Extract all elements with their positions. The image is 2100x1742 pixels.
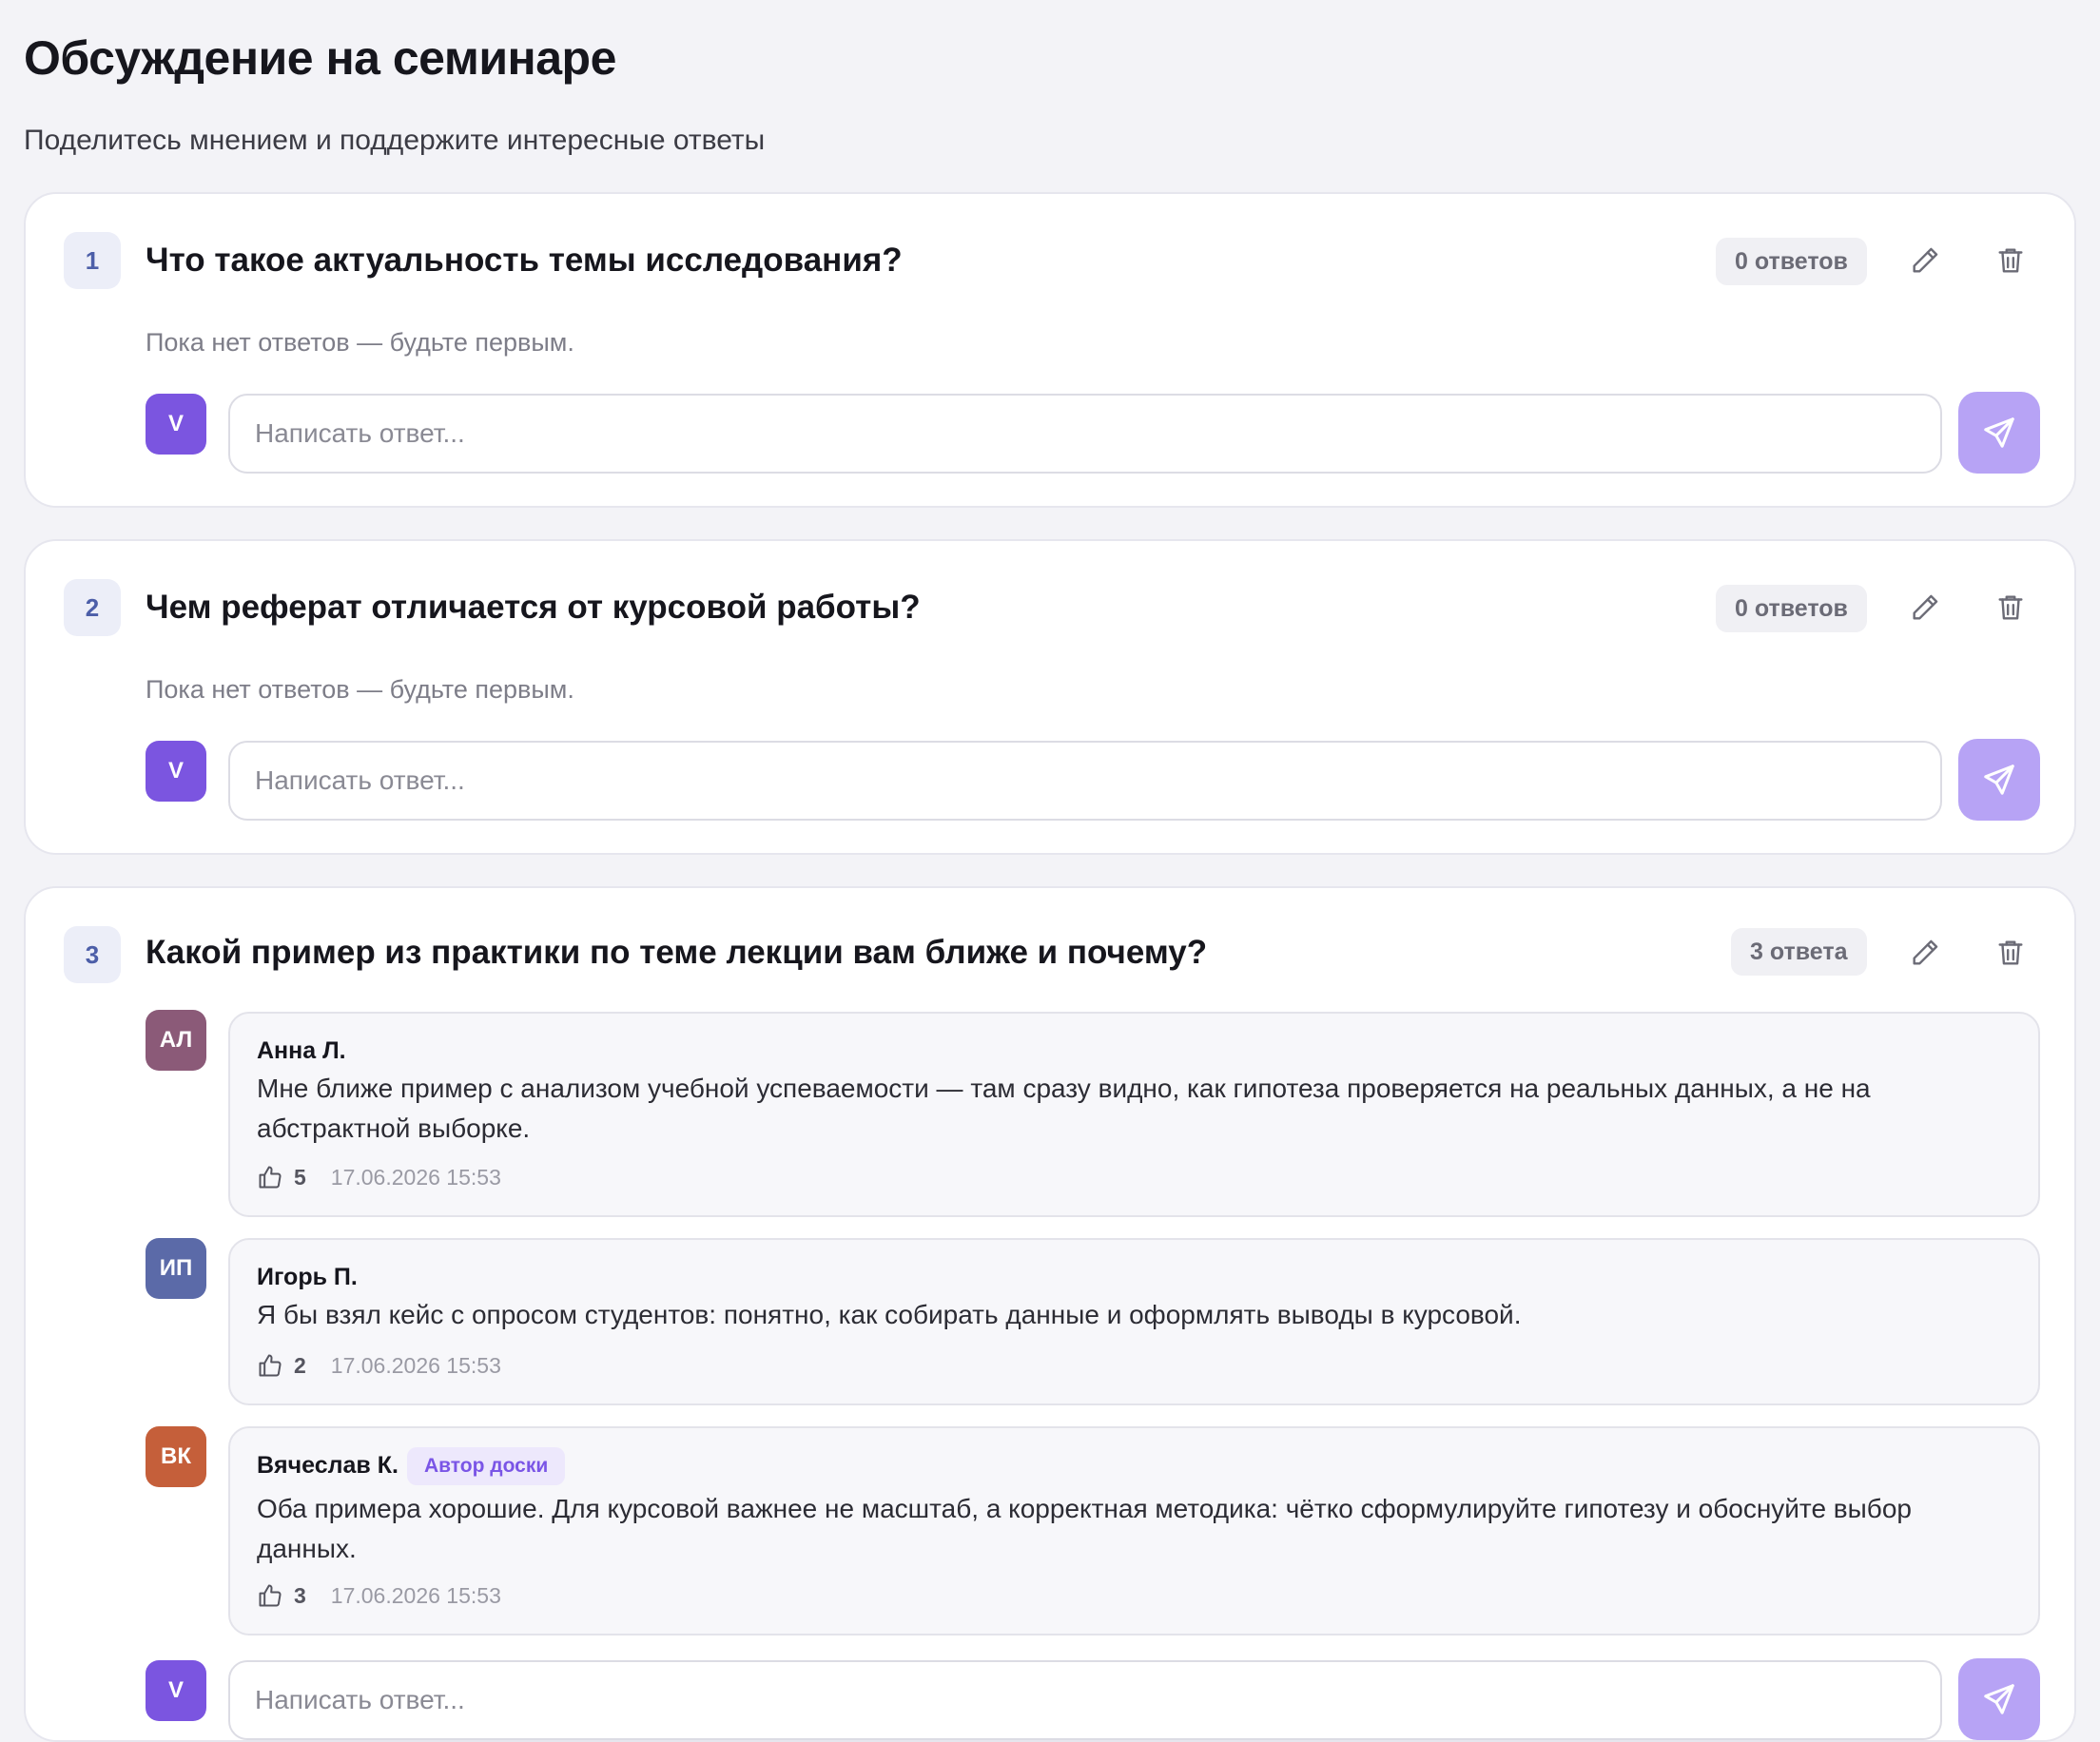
current-user-avatar: V xyxy=(146,394,206,455)
answer-timestamp: 17.06.2026 15:53 xyxy=(330,1582,501,1608)
question-title: Чем реферат отличается от курсовой работ… xyxy=(146,589,921,626)
send-icon xyxy=(1984,417,2014,448)
answer-text: Я бы взял кейс с опросом студентов: поня… xyxy=(257,1300,1522,1329)
empty-answers-text: Пока нет ответов — будьте первым. xyxy=(146,328,574,357)
pencil-icon xyxy=(1913,594,1938,620)
page-title: Обсуждение на семинаре xyxy=(24,31,616,85)
answer-item: Вячеслав К. Автор доски Оба примера хоро… xyxy=(228,1426,2040,1636)
discussion-page: Обсуждение на семинаре Поделитесь мнение… xyxy=(24,0,2076,1742)
answer-timestamp: 17.06.2026 15:53 xyxy=(330,1352,501,1378)
delete-question-button[interactable] xyxy=(1984,234,2037,287)
thumbs-up-icon xyxy=(259,1584,282,1607)
question-card: 1 Что такое актуальность темы исследован… xyxy=(24,192,2076,508)
answer-count-badge: 3 ответа xyxy=(1731,928,1867,976)
reply-input[interactable] xyxy=(228,1660,1942,1740)
question-number: 1 xyxy=(64,232,121,289)
question-card: 3 Какой пример из практики по теме лекци… xyxy=(24,886,2076,1742)
answer-author: Вячеслав К. xyxy=(257,1452,399,1479)
empty-answers-text: Пока нет ответов — будьте первым. xyxy=(146,675,574,704)
question-title: Какой пример из практики по теме лекции … xyxy=(146,934,1208,971)
answer-author-avatar: АЛ xyxy=(146,1010,206,1071)
answer-meta: 5 17.06.2026 15:53 xyxy=(257,1164,501,1190)
like-button[interactable]: 3 xyxy=(257,1582,306,1609)
thumbs-up-icon xyxy=(259,1354,282,1377)
send-icon xyxy=(1984,1684,2014,1714)
answer-text: Мне ближе пример с анализом учебной успе… xyxy=(257,1074,1871,1143)
question-number: 2 xyxy=(64,579,121,636)
trash-icon xyxy=(1998,248,2023,273)
like-button[interactable]: 2 xyxy=(257,1352,306,1379)
answer-text: Оба примера хорошие. Для курсовой важнее… xyxy=(257,1494,1912,1563)
question-title: Что такое актуальность темы исследования… xyxy=(146,242,903,279)
send-icon xyxy=(1984,765,2014,795)
delete-question-button[interactable] xyxy=(1984,581,2037,634)
pencil-icon xyxy=(1913,247,1938,273)
answer-item: Игорь П. Я бы взял кейс с опросом студен… xyxy=(228,1238,2040,1405)
like-count: 5 xyxy=(294,1164,306,1190)
board-author-badge: Автор доски xyxy=(407,1447,566,1485)
answer-author: Анна Л. xyxy=(257,1037,346,1064)
pencil-icon xyxy=(1913,939,1938,965)
send-reply-button[interactable] xyxy=(1958,392,2040,474)
send-reply-button[interactable] xyxy=(1958,739,2040,821)
answer-timestamp: 17.06.2026 15:53 xyxy=(330,1164,501,1190)
edit-question-button[interactable] xyxy=(1898,581,1952,634)
edit-question-button[interactable] xyxy=(1898,234,1952,287)
thumbs-up-icon xyxy=(259,1166,282,1189)
answer-count-badge: 0 ответов xyxy=(1716,238,1867,285)
answer-meta: 2 17.06.2026 15:53 xyxy=(257,1352,501,1379)
page-subtitle: Поделитесь мнением и поддержите интересн… xyxy=(24,125,766,156)
trash-icon xyxy=(1998,595,2023,620)
answer-author-avatar: ИП xyxy=(146,1238,206,1299)
delete-question-button[interactable] xyxy=(1984,926,2037,979)
answer-meta: 3 17.06.2026 15:53 xyxy=(257,1582,501,1609)
answer-count-badge: 0 ответов xyxy=(1716,585,1867,632)
send-reply-button[interactable] xyxy=(1958,1658,2040,1740)
current-user-avatar: V xyxy=(146,741,206,802)
answer-author-avatar: ВК xyxy=(146,1426,206,1487)
edit-question-button[interactable] xyxy=(1898,926,1952,979)
answer-author: Игорь П. xyxy=(257,1264,358,1290)
reply-input[interactable] xyxy=(228,394,1942,474)
question-number: 3 xyxy=(64,926,121,983)
answer-item: Анна Л. Мне ближе пример с анализом учеб… xyxy=(228,1012,2040,1217)
like-count: 2 xyxy=(294,1352,306,1378)
trash-icon xyxy=(1998,940,2023,965)
like-button[interactable]: 5 xyxy=(257,1164,306,1190)
current-user-avatar: V xyxy=(146,1660,206,1721)
reply-input[interactable] xyxy=(228,741,1942,821)
like-count: 3 xyxy=(294,1582,306,1608)
question-card: 2 Чем реферат отличается от курсовой раб… xyxy=(24,539,2076,855)
